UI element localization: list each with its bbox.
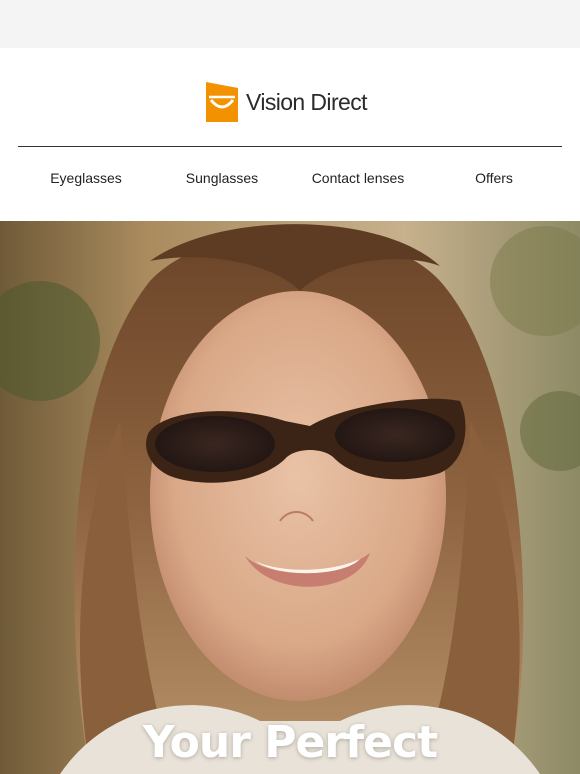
header-divider [18, 146, 562, 147]
vision-direct-logo-icon [206, 82, 238, 122]
hero-headline: Your Perfect [142, 717, 438, 768]
nav-item-offers[interactable]: Offers [426, 170, 562, 186]
nav-item-sunglasses[interactable]: Sunglasses [154, 170, 290, 186]
hero-image [0, 221, 580, 774]
email-page: Vision Direct Eyeglasses Sunglasses Cont… [0, 0, 580, 774]
hero-banner[interactable]: Your Perfect [0, 221, 580, 774]
brand-logo[interactable]: Vision Direct [206, 82, 367, 122]
nav-item-eyeglasses[interactable]: Eyeglasses [18, 170, 154, 186]
main-nav: Eyeglasses Sunglasses Contact lenses Off… [18, 170, 562, 186]
header: Vision Direct Eyeglasses Sunglasses Cont… [0, 48, 580, 221]
top-band [0, 0, 580, 48]
nav-item-contact-lenses[interactable]: Contact lenses [290, 170, 426, 186]
brand-name: Vision Direct [246, 88, 367, 115]
